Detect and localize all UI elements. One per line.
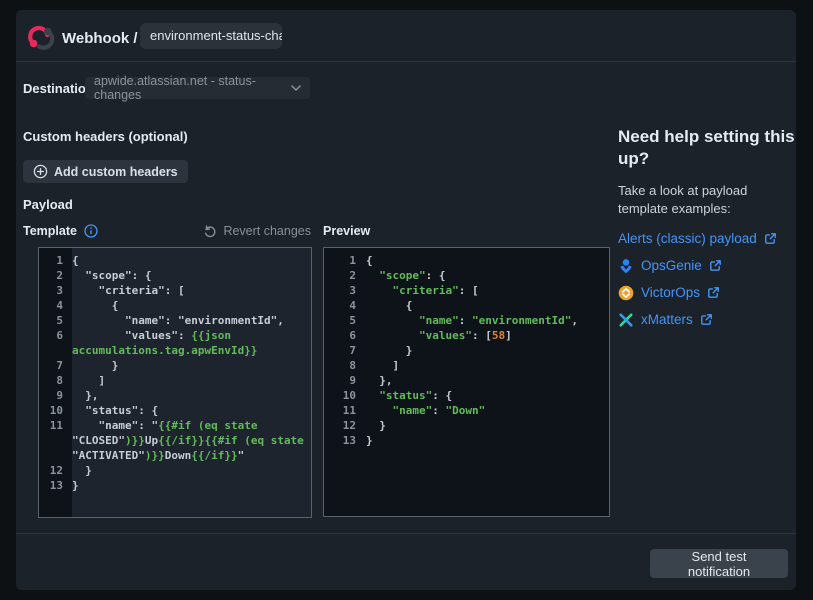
code-line: 13} [324, 433, 609, 448]
code-line: 13} [39, 478, 311, 493]
code-line: 4 { [39, 298, 311, 313]
opsgenie-icon [618, 258, 634, 274]
xmatters-icon [618, 312, 634, 328]
plus-circle-icon [33, 164, 48, 179]
external-link-icon [764, 232, 777, 245]
add-custom-headers-label: Add custom headers [54, 165, 178, 179]
header-divider [16, 61, 796, 62]
webhook-config-panel: Webhook / environment-status-cha Destina… [16, 10, 796, 590]
destination-label: Destination [23, 81, 94, 96]
code-line: 12 } [39, 463, 311, 478]
code-line: 8 ] [39, 373, 311, 388]
revert-changes-label: Revert changes [223, 224, 311, 238]
external-link-icon [700, 313, 713, 326]
code-line: 9 }, [324, 373, 609, 388]
code-line: 9 }, [39, 388, 311, 403]
code-line: 7 } [324, 343, 609, 358]
link-victorops[interactable]: VictorOps [618, 284, 798, 301]
preview-code-pane: 1{2 "scope": {3 "criteria": [4 {5 "name"… [323, 247, 610, 517]
code-line: 11 "name": "{{#if (eq state "CLOSED")}}U… [39, 418, 311, 463]
link-alerts-classic-payload[interactable]: Alerts (classic) payload [618, 230, 798, 247]
template-code-editor[interactable]: 1{2 "scope": {3 "criteria": [4 {5 "name"… [38, 247, 312, 518]
template-label: Template [23, 224, 98, 238]
send-test-notification-button[interactable]: Send test notification [650, 549, 788, 578]
code-line: 10 "status": { [39, 403, 311, 418]
code-line: 6 "values": [58] [324, 328, 609, 343]
webhook-logo-icon [23, 19, 60, 56]
external-link-icon [707, 286, 720, 299]
revert-icon [203, 224, 217, 238]
help-column: Need help setting this up? Take a look a… [618, 126, 798, 328]
revert-changes-button[interactable]: Revert changes [203, 224, 311, 238]
chevron-down-icon [291, 85, 301, 91]
destination-value: apwide.atlassian.net - status-changes [94, 74, 283, 102]
code-line: 6 "values": {{json accumulations.tag.apw… [39, 328, 311, 358]
code-line: 11 "name": "Down" [324, 403, 609, 418]
link-xmatters[interactable]: xMatters [618, 311, 798, 328]
code-line: 7 } [39, 358, 311, 373]
code-line: 5 "name": "environmentId", [324, 313, 609, 328]
destination-select[interactable]: apwide.atlassian.net - status-changes [85, 77, 310, 99]
code-line: 10 "status": { [324, 388, 609, 403]
code-line: 2 "scope": { [39, 268, 311, 283]
code-line: 5 "name": "environmentId", [39, 313, 311, 328]
code-line: 12 } [324, 418, 609, 433]
help-subtitle: Take a look at payload template examples… [618, 182, 798, 217]
external-link-icon [709, 259, 722, 272]
link-opsgenie[interactable]: OpsGenie [618, 257, 798, 274]
victorops-icon [618, 285, 634, 301]
page-title: Webhook / [62, 30, 138, 47]
add-custom-headers-button[interactable]: Add custom headers [23, 160, 188, 183]
help-title: Need help setting this up? [618, 126, 798, 170]
info-icon[interactable] [84, 224, 98, 238]
code-line: 3 "criteria": [ [39, 283, 311, 298]
code-line: 8 ] [324, 358, 609, 373]
code-line: 2 "scope": { [324, 268, 609, 283]
footer-divider [16, 533, 796, 534]
code-line: 4 { [324, 298, 609, 313]
screen: Webhook / environment-status-cha Destina… [0, 0, 813, 600]
code-line: 1{ [324, 253, 609, 268]
custom-headers-label: Custom headers (optional) [23, 129, 188, 144]
preview-label: Preview [323, 224, 370, 238]
webhook-name-input[interactable]: environment-status-cha [140, 23, 282, 49]
code-line: 3 "criteria": [ [324, 283, 609, 298]
code-line: 1{ [39, 253, 311, 268]
payload-label: Payload [23, 197, 73, 212]
